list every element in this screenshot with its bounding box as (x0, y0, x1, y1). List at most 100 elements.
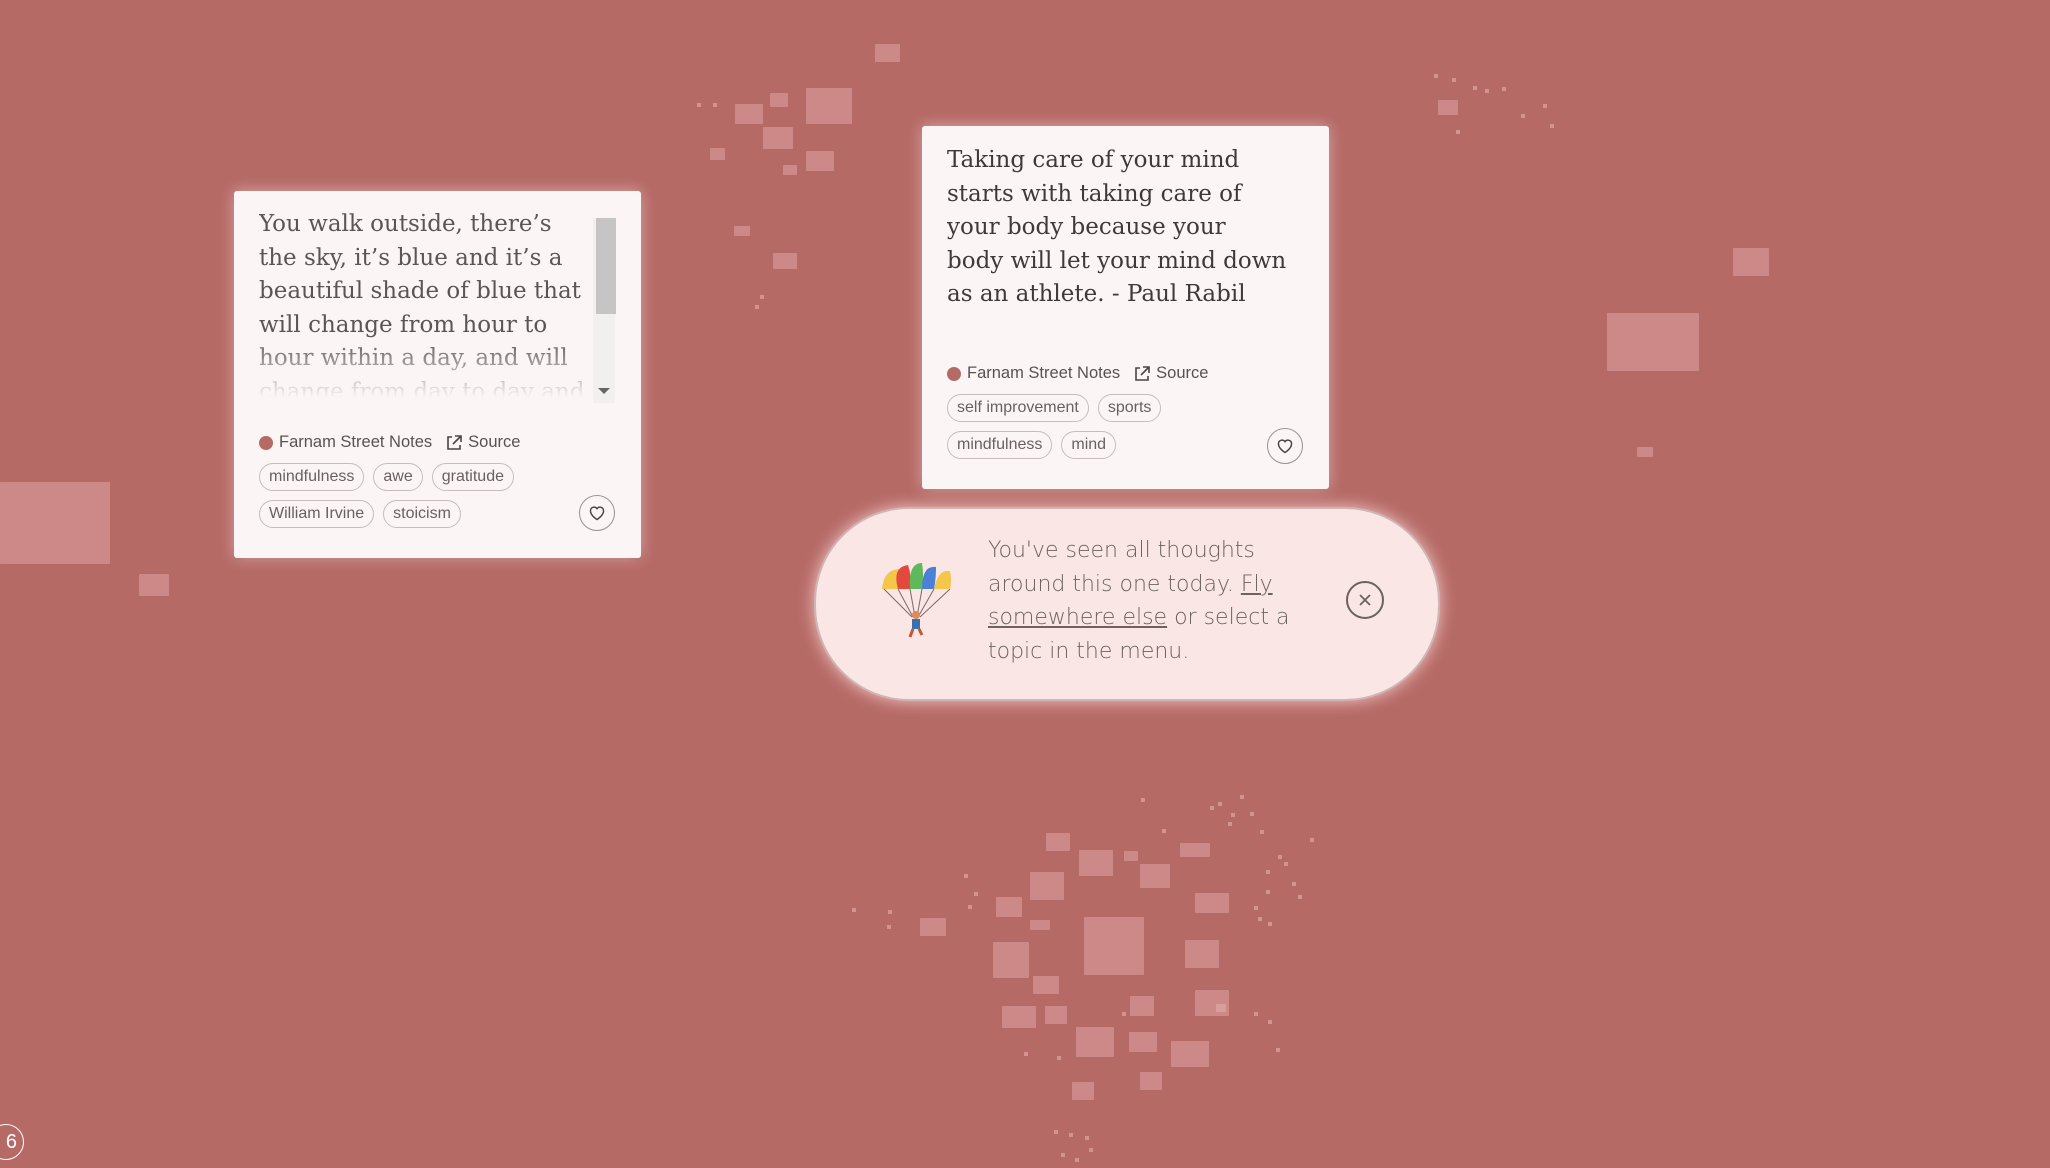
map-fragment (773, 253, 797, 269)
map-fragment (1030, 872, 1064, 900)
map-dot (760, 295, 764, 299)
map-dot (1250, 812, 1254, 816)
map-dot (888, 910, 892, 914)
map-fragment (1195, 893, 1229, 913)
tag-mindfulness[interactable]: mindfulness (259, 463, 365, 491)
tag-awe[interactable]: awe (373, 463, 423, 491)
map-dot (1122, 1012, 1126, 1016)
map-dot (1268, 1020, 1272, 1024)
card-meta: Farnam Street Notes Source (259, 433, 520, 452)
map-dot (1254, 906, 1258, 910)
map-dot (1260, 830, 1264, 834)
map-dot (1141, 798, 1145, 802)
tag-william-irvine[interactable]: William Irvine (259, 500, 375, 528)
map-fragment (1130, 996, 1154, 1016)
scrollbar[interactable] (593, 218, 616, 403)
map-dot (1075, 1158, 1079, 1162)
tag-self-improvement[interactable]: self improvement (947, 394, 1089, 422)
map-fragment (920, 918, 946, 936)
map-dot (1266, 870, 1270, 874)
map-dot (852, 908, 856, 912)
map-dot (1054, 1130, 1058, 1134)
map-fragment (770, 93, 788, 107)
map-dot (1310, 838, 1314, 842)
thought-card[interactable]: You walk outside, there’s the sky, it’s … (234, 191, 641, 558)
scrollbar-thumb[interactable] (596, 218, 616, 314)
map-dot (1162, 829, 1166, 833)
map-fragment (1171, 1041, 1209, 1067)
end-of-thoughts-notice: You've seen all thoughts around this one… (814, 507, 1440, 701)
map-dot (1024, 1052, 1028, 1056)
map-fragment (1084, 917, 1144, 975)
tag-mindfulness[interactable]: mindfulness (947, 431, 1053, 459)
map-dot (1218, 802, 1222, 806)
map-fragment (1180, 843, 1210, 857)
map-dot (755, 305, 759, 309)
quote-text: Taking care of your mind starts with tak… (947, 147, 1287, 307)
map-dot (1485, 89, 1489, 93)
map-fragment (1046, 833, 1070, 851)
map-fragment (993, 942, 1029, 978)
map-fragment (806, 151, 834, 171)
heart-icon (589, 506, 605, 521)
map-fragment (1216, 1004, 1226, 1012)
external-link-icon (447, 434, 462, 450)
scroll-down-icon[interactable] (598, 388, 610, 394)
map-dot (1276, 1048, 1280, 1052)
map-dot (1069, 1133, 1073, 1137)
map-fragment (734, 226, 750, 236)
map-dot (1210, 806, 1214, 810)
heart-icon (1277, 439, 1293, 454)
notice-text: You've seen all thoughts around this one… (988, 538, 1290, 664)
map-dot (968, 905, 972, 909)
map-dot (887, 925, 891, 929)
map-dot (1089, 1148, 1093, 1152)
map-dot (1543, 104, 1547, 108)
map-dot (1298, 895, 1302, 899)
tag-stoicism[interactable]: stoicism (383, 500, 461, 528)
map-dot (1254, 1012, 1258, 1016)
source-link[interactable]: Source (446, 433, 520, 452)
tag-gratitude[interactable]: gratitude (431, 463, 514, 491)
source-link[interactable]: Source (1134, 364, 1208, 383)
favorite-button[interactable] (579, 495, 615, 531)
source-name[interactable]: Farnam Street Notes (259, 433, 432, 452)
map-fragment (710, 148, 725, 160)
map-dot (1292, 882, 1296, 886)
map-fragment (806, 88, 852, 124)
tag-mind[interactable]: mind (1061, 431, 1117, 459)
source-dot-icon (947, 366, 961, 381)
thought-card[interactable]: Taking care of your mind starts with tak… (922, 126, 1329, 489)
source-dot-icon (259, 435, 273, 450)
map-fragment (1733, 248, 1769, 276)
map-dot (697, 103, 701, 107)
parachute-icon (882, 563, 951, 638)
map-dot (1268, 922, 1272, 926)
map-fragment (1129, 1032, 1157, 1052)
map-dot (964, 874, 968, 878)
map-fragment (1033, 976, 1059, 994)
map-fragment (1045, 1006, 1067, 1024)
map-dot (1278, 855, 1282, 859)
map-fragment (1124, 851, 1138, 861)
quote-scroll-area[interactable]: You walk outside, there’s the sky, it’s … (259, 208, 594, 398)
close-icon (1359, 594, 1371, 606)
source-name[interactable]: Farnam Street Notes (947, 364, 1120, 383)
map-dot (1473, 86, 1477, 90)
map-dot (1521, 114, 1525, 118)
map-fragment (875, 44, 900, 62)
tag-sports[interactable]: sports (1097, 394, 1162, 422)
map-fragment (763, 127, 793, 149)
favorite-button[interactable] (1267, 428, 1303, 464)
map-dot (1231, 813, 1235, 817)
close-button[interactable] (1346, 581, 1384, 619)
map-dot (1550, 124, 1554, 128)
map-dot (1228, 822, 1232, 826)
map-fragment (1076, 1027, 1114, 1057)
map-fragment (1185, 940, 1219, 968)
map-dot (1061, 1153, 1065, 1157)
map-dot (1502, 87, 1506, 91)
map-dot (1266, 890, 1270, 894)
map-dot (1258, 917, 1262, 921)
tag-list: self improvement sports mindfulness mind (947, 394, 1177, 459)
